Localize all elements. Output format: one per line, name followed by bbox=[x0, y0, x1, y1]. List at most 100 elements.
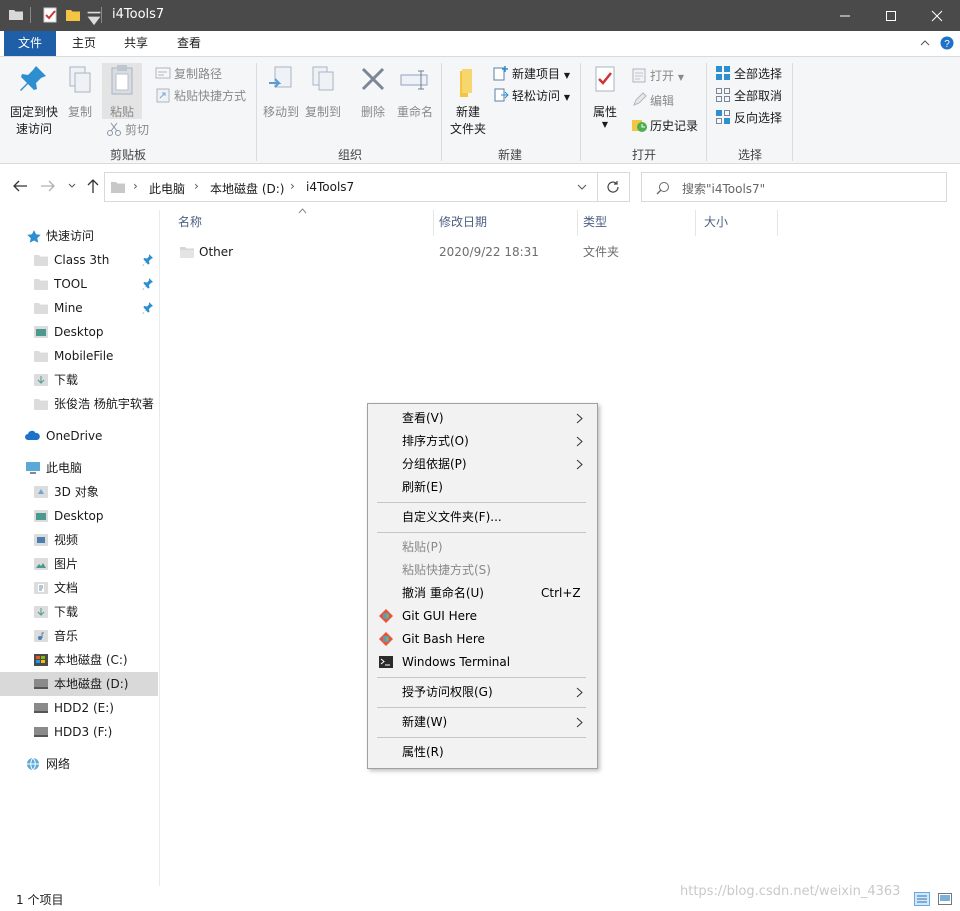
tab-file[interactable]: 文件 bbox=[4, 31, 56, 56]
easy-access-button[interactable]: 轻松访问 ▼ bbox=[493, 86, 570, 106]
nav-pc-item[interactable]: 3D 对象 bbox=[0, 480, 158, 504]
nav-pc-item[interactable]: 视频 bbox=[0, 528, 158, 552]
menu-item-label: 撤消 重命名(U) bbox=[402, 586, 484, 600]
edit-button[interactable]: 编辑 bbox=[631, 91, 674, 111]
help-icon[interactable]: ? bbox=[940, 36, 954, 50]
nav-pc-item[interactable]: 图片 bbox=[0, 552, 158, 576]
select-all-button[interactable]: 全部选择 bbox=[715, 64, 782, 84]
breadcrumb-chevron-icon[interactable]: › bbox=[133, 179, 138, 193]
nav-pc-item[interactable]: 音乐 bbox=[0, 624, 158, 648]
delete-button[interactable]: 删除 bbox=[356, 63, 390, 121]
menu-item-git-gui[interactable]: Git GUI Here bbox=[370, 605, 595, 628]
column-header-size[interactable]: 大小 bbox=[696, 210, 778, 236]
nav-pc-item[interactable]: 文档 bbox=[0, 576, 158, 600]
tab-view[interactable]: 查看 bbox=[165, 31, 213, 56]
easy-access-label: 轻松访问 bbox=[512, 89, 561, 103]
select-none-button[interactable]: 全部取消 bbox=[715, 86, 782, 106]
menu-item-sort-by[interactable]: 排序方式(O) bbox=[370, 430, 595, 453]
breadcrumb-drive-d[interactable]: 本地磁盘 (D:) bbox=[210, 180, 284, 197]
back-arrow-icon[interactable] bbox=[12, 179, 28, 193]
breadcrumb-chevron-icon[interactable]: › bbox=[194, 179, 199, 193]
menu-item-properties[interactable]: 属性(R) bbox=[370, 741, 595, 764]
nav-quick-item[interactable]: 张俊浩 杨航宇软著 bbox=[0, 392, 158, 416]
recent-locations-chevron-icon[interactable] bbox=[68, 183, 76, 189]
table-row[interactable]: Other 2020/9/22 18:31 文件夹 bbox=[170, 242, 770, 264]
nav-quick-item[interactable]: Desktop bbox=[0, 320, 158, 344]
nav-pc-item[interactable]: HDD2 (E:) bbox=[0, 696, 158, 720]
minimize-icon bbox=[840, 15, 850, 17]
column-header-date[interactable]: 修改日期 bbox=[434, 210, 578, 236]
nav-this-pc[interactable]: 此电脑 bbox=[0, 456, 158, 480]
breadcrumb-chevron-icon[interactable]: › bbox=[290, 179, 295, 193]
refresh-button[interactable] bbox=[598, 172, 630, 202]
paste-shortcut-button[interactable]: 粘贴快捷方式 bbox=[155, 86, 246, 106]
copy-path-button[interactable]: 复制路径 bbox=[155, 64, 222, 84]
column-header-name[interactable]: 名称 bbox=[170, 210, 434, 236]
column-header-type[interactable]: 类型 bbox=[578, 210, 696, 236]
pin-to-quick-access-button[interactable]: 固定到快 速访问 bbox=[6, 63, 62, 138]
close-button[interactable] bbox=[914, 0, 960, 31]
minimize-button[interactable] bbox=[822, 0, 868, 31]
menu-item-windows-terminal[interactable]: Windows Terminal bbox=[370, 651, 595, 674]
menu-item-new[interactable]: 新建(W) bbox=[370, 711, 595, 734]
nav-pc-item[interactable]: Desktop bbox=[0, 504, 158, 528]
menu-item-refresh[interactable]: 刷新(E) bbox=[370, 476, 595, 499]
properties-icon bbox=[595, 66, 615, 92]
nav-label: 快速访问 bbox=[46, 229, 95, 243]
copy-button[interactable]: 复制 bbox=[64, 63, 96, 121]
maximize-button[interactable] bbox=[868, 0, 914, 31]
search-box[interactable]: 搜索"i4Tools7" bbox=[641, 172, 947, 202]
nav-quick-item[interactable]: MobileFile bbox=[0, 344, 158, 368]
copy-path-label: 复制路径 bbox=[174, 67, 223, 81]
rename-button[interactable]: 重命名 bbox=[394, 63, 436, 121]
breadcrumb-this-pc[interactable]: 此电脑 bbox=[149, 180, 185, 197]
nav-pc-item[interactable]: 本地磁盘 (C:) bbox=[0, 648, 158, 672]
nav-pc-item[interactable]: HDD3 (F:) bbox=[0, 720, 158, 744]
menu-item-view[interactable]: 查看(V) bbox=[370, 407, 595, 430]
window-title: i4Tools7 bbox=[112, 7, 165, 22]
scissors-icon bbox=[107, 122, 121, 136]
menu-item-give-access[interactable]: 授予访问权限(G) bbox=[370, 681, 595, 704]
cut-button[interactable]: 剪切 bbox=[106, 120, 149, 140]
breadcrumb-current-folder[interactable]: i4Tools7 bbox=[306, 180, 354, 194]
nav-quick-item[interactable]: Mine bbox=[0, 296, 158, 320]
properties-button[interactable]: 属性 ▼ bbox=[586, 63, 624, 129]
properties-icon[interactable] bbox=[42, 7, 58, 23]
open-button[interactable]: 打开 ▼ bbox=[631, 66, 684, 86]
menu-item-git-bash[interactable]: Git Bash Here bbox=[370, 628, 595, 651]
address-bar[interactable]: › 此电脑 › 本地磁盘 (D:) › i4Tools7 bbox=[104, 172, 598, 202]
menu-item-paste-shortcut[interactable]: 粘贴快捷方式(S) bbox=[370, 559, 595, 582]
submenu-arrow-icon bbox=[576, 717, 583, 728]
new-folder-button[interactable]: 新建 文件夹 bbox=[447, 63, 489, 138]
forward-arrow-icon[interactable] bbox=[40, 179, 56, 193]
history-button[interactable]: 历史记录 bbox=[631, 116, 698, 136]
nav-quick-access[interactable]: 快速访问 bbox=[0, 224, 158, 248]
address-history-chevron-icon[interactable] bbox=[577, 184, 587, 191]
up-arrow-icon[interactable] bbox=[86, 178, 100, 194]
menu-item-customize-folder[interactable]: 自定义文件夹(F)... bbox=[370, 506, 595, 529]
paste-button[interactable]: 粘贴 bbox=[102, 63, 142, 119]
collapse-ribbon-icon[interactable] bbox=[920, 39, 930, 47]
move-to-button[interactable]: 移动到 bbox=[262, 63, 300, 121]
nav-quick-item[interactable]: 下载 bbox=[0, 368, 158, 392]
new-folder-icon[interactable] bbox=[65, 7, 81, 23]
ribbon-separator bbox=[441, 63, 442, 161]
nav-onedrive[interactable]: OneDrive bbox=[0, 424, 158, 448]
customize-quick-access-icon[interactable] bbox=[86, 11, 102, 27]
large-icons-view-icon[interactable] bbox=[937, 892, 953, 906]
invert-selection-button[interactable]: 反向选择 bbox=[715, 108, 782, 128]
nav-quick-item[interactable]: Class 3th bbox=[0, 248, 158, 272]
details-view-icon[interactable] bbox=[914, 892, 930, 906]
nav-network[interactable]: 网络 bbox=[0, 752, 158, 776]
tab-share[interactable]: 共享 bbox=[112, 31, 160, 56]
tab-home[interactable]: 主页 bbox=[60, 31, 108, 56]
nav-pc-item[interactable]: 本地磁盘 (D:) bbox=[0, 672, 158, 696]
menu-item-undo-rename[interactable]: 撤消 重命名(U) Ctrl+Z bbox=[370, 582, 595, 605]
new-item-button[interactable]: 新建项目 ▼ bbox=[493, 64, 570, 84]
menu-item-group-by[interactable]: 分组依据(P) bbox=[370, 453, 595, 476]
nav-pc-item[interactable]: 下载 bbox=[0, 600, 158, 624]
menu-item-paste[interactable]: 粘贴(P) bbox=[370, 536, 595, 559]
nav-quick-item[interactable]: TOOL bbox=[0, 272, 158, 296]
copy-to-button[interactable]: 复制到 bbox=[304, 63, 342, 121]
menu-item-shortcut: Ctrl+Z bbox=[541, 586, 581, 600]
